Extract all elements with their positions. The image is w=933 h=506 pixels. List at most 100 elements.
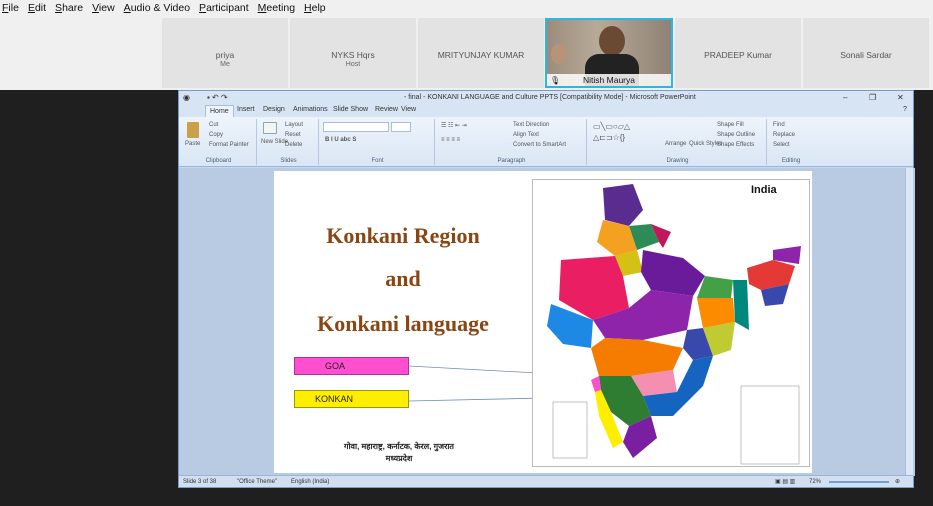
zoom-level[interactable]: 72%: [809, 476, 821, 488]
participant-tile[interactable]: PRADEEP Kumar: [675, 18, 801, 88]
menu-bar: File Edit Share View Audio & Video Parti…: [0, 0, 933, 16]
tab-slide-show[interactable]: Slide Show: [333, 106, 368, 113]
menu-file[interactable]: File: [2, 2, 19, 14]
group-slides: New Slide Layout Reset Delete Slides: [259, 119, 319, 165]
map-inset-lakshadweep: [552, 401, 588, 459]
map-region-jk: [603, 184, 643, 226]
delete-button[interactable]: Delete: [285, 142, 302, 148]
participant-tile[interactable]: MRITYUNJAY KUMAR: [418, 18, 544, 88]
group-paragraph: ☰ ☷ ⇤ ⇥ Text Direction Align Text Conver…: [437, 119, 587, 165]
participant-name: Sonali Sardar: [840, 50, 892, 60]
map-inset-islands: [740, 385, 800, 465]
group-label: Clipboard: [205, 158, 232, 164]
india-map-graphic: [547, 184, 801, 465]
new-slide-button[interactable]: New Slide: [261, 139, 288, 145]
cut-button[interactable]: Cut: [209, 122, 218, 128]
paste-button[interactable]: Paste: [185, 141, 200, 147]
tab-design[interactable]: Design: [263, 106, 285, 113]
tab-review[interactable]: Review: [375, 106, 398, 113]
group-label: Font: [371, 158, 384, 164]
map-region-maharashtra: [591, 338, 683, 376]
restore-icon[interactable]: ❐: [869, 91, 876, 105]
arrange-button[interactable]: Arrange: [665, 141, 686, 147]
language-indicator[interactable]: English (India): [291, 476, 329, 488]
minimize-icon[interactable]: –: [843, 91, 847, 105]
shape-outline-button[interactable]: Shape Outline: [717, 132, 755, 138]
ribbon-tabs: Home Insert Design Animations Slide Show…: [179, 105, 913, 117]
video-person-secondary: [551, 44, 567, 64]
menu-share[interactable]: Share: [55, 2, 83, 14]
zoom-slider[interactable]: [829, 481, 889, 483]
menu-meeting[interactable]: Meeting: [258, 2, 295, 14]
group-label: Editing: [781, 158, 801, 164]
menu-edit[interactable]: Edit: [28, 2, 46, 14]
mic-icon: 🎙: [550, 76, 561, 85]
copy-button[interactable]: Copy: [209, 132, 223, 138]
participant-strip: priya Me NYKS Hqrs Host MRITYUNJAY KUMAR…: [0, 16, 933, 90]
shapes-gallery-icon-row2[interactable]: △⊏⊐☆{}: [593, 133, 625, 142]
list-buttons[interactable]: ☰ ☷ ⇤ ⇥: [441, 122, 467, 129]
group-label: Paragraph: [497, 158, 526, 164]
tab-view[interactable]: View: [401, 106, 416, 113]
participant-tile[interactable]: NYKS Hqrs Host: [290, 18, 416, 88]
map-region-punjab: [597, 220, 637, 256]
window-title: - final - KONKANI LANGUAGE and Culture P…: [404, 94, 696, 101]
group-clipboard: Paste Cut Copy Format Painter Clipboard: [181, 119, 257, 165]
participant-name: PRADEEP Kumar: [704, 50, 772, 60]
text-direction-button[interactable]: Text Direction: [513, 122, 549, 128]
map-region-wb: [733, 280, 749, 330]
tab-animations[interactable]: Animations: [293, 106, 328, 113]
font-size-input[interactable]: [391, 122, 411, 132]
participant-name: priya: [215, 50, 235, 60]
layout-button[interactable]: Layout: [285, 122, 303, 128]
participant-role: Me: [220, 61, 230, 68]
participant-tile[interactable]: Sonali Sardar: [803, 18, 929, 88]
participant-name: Nitish Maurya: [547, 74, 671, 86]
slide-canvas[interactable]: Konkani Region and Konkani language GOA …: [274, 171, 812, 473]
format-painter-button[interactable]: Format Painter: [209, 142, 249, 148]
office-button-icon[interactable]: ◉: [183, 91, 190, 105]
close-icon[interactable]: ✕: [897, 91, 904, 105]
quick-access-save-icon[interactable]: ▪ ↶ ↷: [207, 91, 228, 105]
new-slide-icon: [263, 122, 277, 134]
alignment-buttons[interactable]: ≡ ≡ ≡ ≡: [441, 137, 460, 143]
shape-fill-button[interactable]: Shape Fill: [717, 122, 744, 128]
group-font: B I U abc S Font: [321, 119, 435, 165]
find-button[interactable]: Find: [773, 122, 785, 128]
group-drawing: ▭╲▭○▱△ △⊏⊐☆{} Arrange Quick Styles Shape…: [589, 119, 767, 165]
menu-view[interactable]: View: [92, 2, 115, 14]
video-person-head: [599, 26, 625, 56]
fit-slide-icon[interactable]: ⊕: [895, 476, 900, 488]
help-icon[interactable]: ?: [903, 106, 907, 113]
menu-audio-video[interactable]: Audio & Video: [124, 2, 190, 14]
group-editing: Find Replace Select Editing: [769, 119, 813, 165]
convert-smartart-button[interactable]: Convert to SmartArt: [513, 142, 566, 148]
align-text-button[interactable]: Align Text: [513, 132, 539, 138]
font-style-buttons[interactable]: B I U abc S: [325, 137, 356, 143]
shape-effects-button[interactable]: Shape Effects: [717, 142, 754, 148]
view-buttons[interactable]: ▣ ▤ ▥: [775, 476, 795, 488]
select-button[interactable]: Select: [773, 142, 790, 148]
reset-button[interactable]: Reset: [285, 132, 301, 138]
map-region-up: [641, 250, 705, 296]
tab-insert[interactable]: Insert: [237, 106, 255, 113]
vertical-scrollbar[interactable]: [905, 168, 913, 476]
slide-counter: Slide 3 of 38: [183, 479, 217, 485]
participant-tile[interactable]: priya Me: [162, 18, 288, 88]
active-speaker-tile[interactable]: Nitish Maurya 🎙: [545, 18, 673, 88]
tab-home[interactable]: Home: [205, 105, 234, 117]
participant-name: NYKS Hqrs: [331, 50, 375, 60]
participant-role: Host: [345, 61, 361, 68]
replace-button[interactable]: Replace: [773, 132, 795, 138]
group-label: Slides: [280, 158, 297, 164]
menu-help[interactable]: Help: [304, 2, 326, 14]
ribbon: Paste Cut Copy Format Painter Clipboard …: [179, 117, 913, 167]
font-name-input[interactable]: [323, 122, 389, 132]
shapes-gallery-icon[interactable]: ▭╲▭○▱△: [593, 122, 630, 131]
menu-participant[interactable]: Participant: [199, 2, 249, 14]
participant-name: MRITYUNJAY KUMAR: [437, 50, 525, 60]
map-region-rajasthan: [559, 256, 629, 320]
window-titlebar: ◉ ▪ ↶ ↷ - final - KONKANI LANGUAGE and C…: [179, 91, 913, 105]
shared-powerpoint-window: ◉ ▪ ↶ ↷ - final - KONKANI LANGUAGE and C…: [178, 90, 915, 488]
paste-icon: [187, 122, 199, 138]
